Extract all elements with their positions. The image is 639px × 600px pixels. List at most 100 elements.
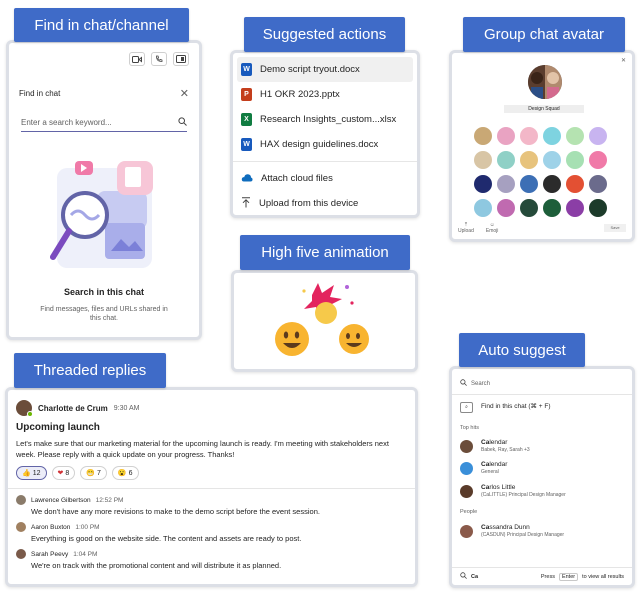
avatar-option[interactable] — [474, 151, 492, 169]
reply-item[interactable]: Sarah Peevy 1:04 PM We're on track with … — [8, 543, 415, 570]
find-in-chat-label: Find in this chat (⌘ + F) — [481, 403, 551, 410]
avatar-option[interactable] — [543, 151, 561, 169]
suggestion-title: Cassandra Dunn — [481, 524, 530, 531]
file-suggestion-item[interactable]: W Demo script tryout.docx — [237, 57, 413, 82]
suggestion-subtitle: General — [481, 469, 499, 475]
audio-call-icon[interactable] — [151, 52, 167, 66]
reaction-heart[interactable]: ❤ 8 — [51, 466, 76, 480]
search-query[interactable]: Ca — [471, 574, 478, 580]
excel-file-icon: X — [241, 113, 252, 126]
video-call-icon[interactable] — [129, 52, 145, 66]
file-suggestion-label: H1 OKR 2023.pptx — [260, 89, 340, 100]
find-in-chat-panel: Find in chat ✕ Enter a search keyword...… — [6, 40, 202, 340]
reaction-like[interactable]: 👍 12 — [16, 466, 47, 480]
chat-header-actions — [9, 43, 199, 75]
surprised-icon: 😮 — [117, 470, 127, 477]
auto-suggest-panel: Search ⌕ Find in this chat (⌘ + F) Top h… — [449, 366, 635, 588]
close-icon[interactable]: ✕ — [180, 87, 189, 100]
reply-time: 1:04 PM — [73, 550, 98, 558]
find-panel-header: Find in chat ✕ — [9, 75, 199, 106]
upload-from-device-item[interactable]: Upload from this device — [233, 191, 417, 215]
avatar-option[interactable] — [497, 199, 515, 217]
message-subject: Upcoming launch — [16, 422, 100, 433]
avatar-option[interactable] — [566, 175, 584, 193]
avatar-option[interactable] — [543, 199, 561, 217]
avatar-option[interactable] — [520, 199, 538, 217]
high-five-illustration — [275, 283, 369, 356]
suggestion-title: Calendar — [481, 461, 508, 468]
suggestion-item[interactable]: Cassandra Dunn (CASDUN) Principal Design… — [452, 519, 632, 543]
hint-view-all: to view all results — [582, 573, 624, 580]
suggestion-title: Calendar — [481, 439, 508, 446]
find-panel-title: Find in chat — [19, 89, 61, 98]
reply-author: Sarah Peevy — [31, 550, 69, 558]
hint-press: Press — [540, 573, 555, 580]
avatar-option[interactable] — [566, 127, 584, 145]
avatar-option[interactable] — [497, 175, 515, 193]
message-body: Let's make sure that our marketing mater… — [16, 439, 389, 459]
reply-item[interactable]: Lawrence Gilbertson 12:52 PM We don't ha… — [8, 489, 415, 516]
reply-author: Lawrence Gilbertson — [31, 496, 91, 504]
high-five-animation — [231, 270, 418, 372]
laugh-icon: 😁 — [86, 470, 96, 477]
avatar-option[interactable] — [520, 127, 538, 145]
avatar-option[interactable] — [497, 151, 515, 169]
avatar-option[interactable] — [474, 127, 492, 145]
message-time: 9:30 AM — [113, 404, 140, 412]
avatar-option[interactable] — [589, 175, 607, 193]
avatar-option[interactable] — [543, 127, 561, 145]
file-suggestion-item[interactable]: P H1 OKR 2023.pptx — [233, 82, 417, 107]
avatar — [460, 439, 473, 453]
suggestion-title: Carlos Little — [481, 484, 516, 491]
search-placeholder: Enter a search keyword... — [21, 118, 112, 127]
upload-label: Upload — [458, 228, 474, 234]
file-suggestion-item[interactable]: W HAX design guidelines.docx — [233, 132, 417, 157]
avatar-option[interactable] — [589, 151, 607, 169]
reaction-count: 12 — [32, 469, 41, 477]
avatar[interactable] — [16, 495, 26, 505]
save-button[interactable]: Save — [604, 224, 626, 232]
suggested-actions-menu: W Demo script tryout.docx P H1 OKR 2023.… — [230, 50, 420, 218]
suggestion-item[interactable]: Carlos Little (CaLITTLE) Principal Desig… — [452, 479, 632, 503]
find-in-chat-suggestion[interactable]: ⌕ Find in this chat (⌘ + F) — [452, 395, 632, 419]
upload-tab[interactable]: ⤒ Upload — [458, 222, 474, 234]
attach-cloud-files-label: Attach cloud files — [261, 173, 333, 184]
search-icon[interactable] — [178, 117, 187, 128]
search-input[interactable]: Enter a search keyword... — [21, 114, 187, 132]
suggestion-item[interactable]: Calendar General — [452, 457, 632, 479]
avatar-option[interactable] — [474, 175, 492, 193]
reaction-count: 8 — [65, 469, 70, 477]
avatar-option[interactable] — [566, 151, 584, 169]
reply-text: We don't have any more revisions to make… — [31, 507, 320, 516]
avatar-option[interactable] — [543, 175, 561, 193]
avatar-option[interactable] — [520, 151, 538, 169]
reaction-surprised[interactable]: 😮 6 — [111, 466, 139, 480]
threaded-replies-card: Charlotte de Crum 9:30 AM Upcoming launc… — [5, 387, 418, 587]
close-icon[interactable]: ✕ — [621, 57, 626, 64]
avatar[interactable] — [16, 400, 33, 417]
reaction-count: 7 — [97, 469, 101, 477]
emoji-tab[interactable]: ☺ Emoji — [486, 222, 499, 234]
avatar-option[interactable] — [497, 127, 515, 145]
file-suggestion-item[interactable]: X Research Insights_custom...xlsx — [233, 107, 417, 132]
empty-state-title: Search in this chat — [63, 287, 145, 297]
search-input[interactable]: Search — [452, 369, 632, 395]
reply-text: We're on track with the promotional cont… — [31, 561, 282, 570]
avatar-option[interactable] — [474, 199, 492, 217]
avatar — [460, 484, 473, 498]
avatar-option[interactable] — [589, 127, 607, 145]
avatar[interactable] — [16, 522, 26, 532]
avatar-option[interactable] — [520, 175, 538, 193]
avatar-picker-footer: ⤒ Upload ☺ Emoji Save — [458, 221, 626, 235]
upload-from-device-label: Upload from this device — [259, 198, 359, 209]
attach-cloud-files-item[interactable]: Attach cloud files — [233, 166, 417, 191]
group-name-field[interactable]: Design Squad — [504, 105, 584, 113]
avatar-option[interactable] — [566, 199, 584, 217]
reaction-laugh[interactable]: 😁 7 — [80, 466, 107, 480]
avatar[interactable] — [16, 549, 26, 559]
suggestion-item[interactable]: Calendar Babek, Ray, Sarah +3 — [452, 435, 632, 457]
share-screen-icon[interactable] — [173, 52, 189, 66]
search-icon — [460, 572, 467, 581]
reply-item[interactable]: Aaron Buxton 1:00 PM Everything is good … — [8, 516, 415, 543]
avatar-option[interactable] — [589, 199, 607, 217]
